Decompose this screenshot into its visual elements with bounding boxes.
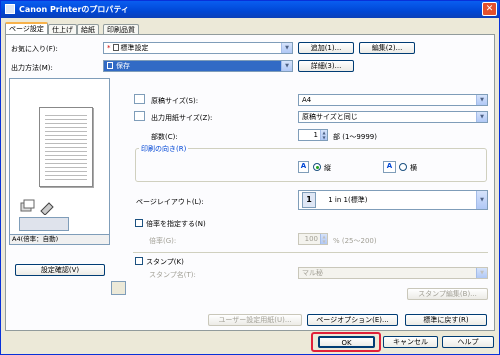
chevron-down-icon: ▼	[476, 112, 487, 122]
ok-button[interactable]: OK	[318, 336, 375, 348]
stamp-name-dropdown[interactable]: マル秘 ▼	[298, 267, 488, 279]
stamp-name-label: スタンプ名(T):	[149, 271, 196, 279]
page-size-dropdown[interactable]: A4 ▼	[298, 94, 488, 106]
copies-range: 部 (1～9999)	[333, 133, 377, 141]
printer-icon	[5, 4, 15, 14]
output-method-label: 出力方法(M):	[11, 64, 53, 72]
printer-properties-window: Canon Printerのプロパティ ✕ ページ設定 仕上げ 給紙 印刷品質 …	[0, 0, 500, 355]
save-icon	[107, 62, 113, 69]
preview-status: A4(倍率：自動)	[9, 235, 110, 245]
copies-label: 部数(C):	[151, 133, 178, 141]
favorites-add-button[interactable]: 追加(1)...	[298, 42, 354, 54]
orientation-label: 印刷の向き(R)	[139, 144, 189, 154]
title-bar: Canon Printerのプロパティ ✕	[1, 1, 499, 18]
landscape-icon: A	[383, 161, 396, 173]
preview-paper	[39, 107, 93, 187]
user-paper-button[interactable]: ユーザー設定用紙(U)...	[208, 314, 302, 326]
page-layout-dropdown[interactable]: 1 1 in 1(標準) ▼	[298, 190, 488, 210]
staple-icon	[39, 199, 69, 216]
check-settings-button[interactable]: 設定確認(V)	[15, 264, 105, 276]
chevron-down-icon: ▼	[476, 191, 487, 209]
favorites-edit-button[interactable]: 編集(2)...	[359, 42, 415, 54]
output-size-value: 原稿サイズと同じ	[302, 113, 358, 121]
stamp-checkbox[interactable]	[135, 257, 143, 265]
help-button[interactable]: ヘルプ	[442, 336, 494, 348]
scaling-input[interactable]: 100 ▲ ▼	[298, 233, 328, 245]
reset-defaults-button[interactable]: 標準に戻す(R)	[405, 314, 487, 326]
copies-value: 1	[313, 131, 318, 139]
favorites-star-icon: *	[107, 44, 111, 52]
landscape-radio[interactable]	[399, 163, 407, 171]
portrait-icon: A	[298, 161, 309, 173]
scaling-label: 倍率を指定する(N)	[146, 220, 206, 228]
spin-arrows-icon[interactable]: ▲ ▼	[320, 234, 327, 244]
favorites-label: お気に入り(F):	[11, 45, 58, 53]
chevron-down-icon: ▼	[281, 43, 292, 53]
stamp-label: スタンプ(K)	[146, 258, 184, 266]
page-layout-label: ページレイアウト(L):	[136, 198, 204, 206]
favorites-value: 標準設定	[120, 44, 149, 52]
printer-settings-icon[interactable]	[111, 281, 126, 295]
scaling-checkbox[interactable]	[135, 219, 143, 227]
page-size-label: 原稿サイズ(S):	[151, 97, 199, 105]
chevron-down-icon: ▼	[476, 95, 487, 105]
landscape-label: 横	[410, 164, 417, 172]
output-method-dropdown[interactable]: 保存 ▼	[103, 60, 293, 72]
favorites-dropdown[interactable]: * 標準設定 ▼	[103, 42, 293, 54]
stack-icon	[19, 199, 37, 215]
stamp-separator	[133, 252, 488, 253]
output-method-value: 保存	[116, 62, 130, 70]
close-button[interactable]: ✕	[482, 2, 497, 16]
page-options-button[interactable]: ページオプション(E)...	[307, 314, 398, 326]
chevron-down-icon: ▼	[281, 61, 292, 71]
page-size-icon	[134, 94, 145, 104]
output-detail-button[interactable]: 詳細(3)...	[298, 60, 354, 72]
stamp-edit-button[interactable]: スタンプ編集(B)...	[407, 288, 488, 300]
scaling-sub-label: 倍率(G):	[149, 237, 177, 245]
scaling-value: 100	[304, 235, 318, 243]
favorites-doc-icon	[112, 44, 119, 51]
output-size-label: 出力用紙サイズ(Z):	[151, 114, 213, 122]
cancel-button[interactable]: キャンセル	[383, 336, 438, 348]
scaling-range: % (25～200)	[333, 237, 377, 245]
page-size-value: A4	[302, 96, 312, 104]
window-title: Canon Printerのプロパティ	[19, 5, 129, 14]
portrait-radio[interactable]	[313, 163, 321, 171]
finishing-preview-icon	[19, 217, 69, 231]
copies-input[interactable]: 1 ▲ ▼	[298, 129, 328, 141]
output-size-icon	[134, 111, 145, 121]
output-size-dropdown[interactable]: 原稿サイズと同じ ▼	[298, 111, 488, 123]
stamp-name-value: マル秘	[302, 269, 323, 277]
layout-number-icon: 1	[302, 192, 316, 208]
page-layout-value: 1 in 1(標準)	[328, 196, 368, 204]
portrait-label: 縦	[324, 164, 331, 172]
chevron-down-icon: ▼	[476, 268, 487, 278]
spin-arrows-icon[interactable]: ▲ ▼	[320, 130, 327, 140]
